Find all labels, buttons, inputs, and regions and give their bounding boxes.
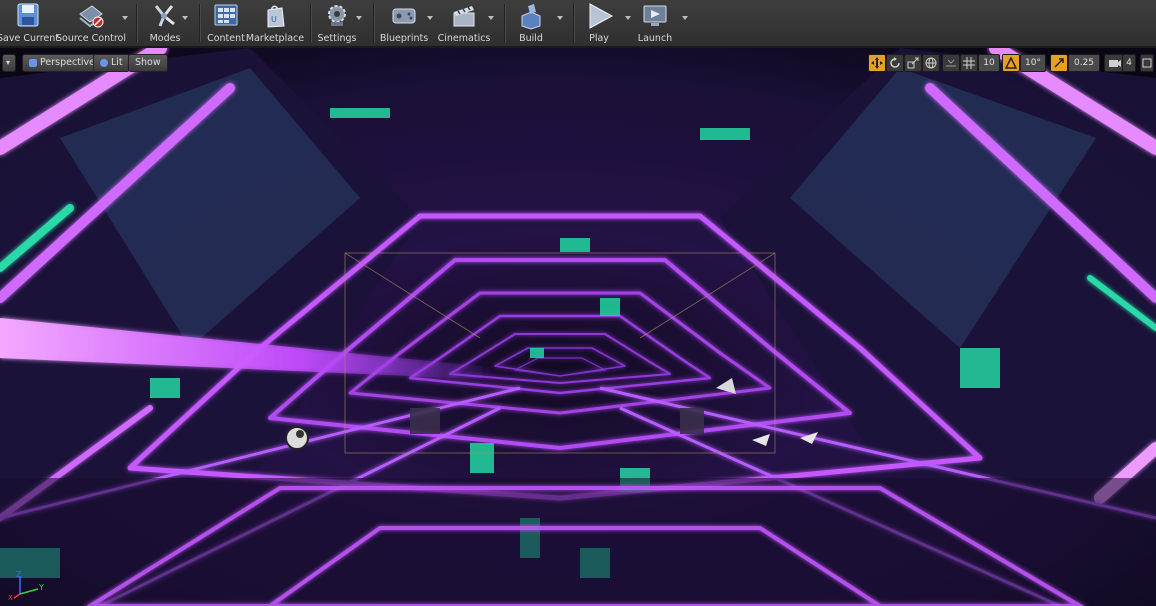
toolbar-separator <box>504 4 505 42</box>
level-viewport[interactable]: ▾ Perspective Lit Show 10 10° 0.25 4 Z Y… <box>0 48 1156 606</box>
cinematics-label: Cinematics <box>437 33 491 44</box>
settings-label: Settings <box>317 33 357 44</box>
globe-icon <box>925 57 937 69</box>
save-current-button[interactable]: Save Current <box>0 0 59 46</box>
axis-z-label: Z <box>16 570 22 579</box>
svg-text:U: U <box>271 15 277 24</box>
lit-label: Lit <box>111 57 123 68</box>
move-arrows-icon <box>871 57 883 69</box>
marketplace-bag-icon: U <box>267 5 285 28</box>
build-button[interactable]: Build <box>512 0 550 46</box>
play-dropdown-arrow[interactable] <box>625 16 631 20</box>
toolbar-separator <box>373 4 374 42</box>
settings-button[interactable]: Settings <box>316 0 358 46</box>
translate-mode-button[interactable] <box>868 54 886 72</box>
toolbar-separator <box>573 4 574 42</box>
play-triangle-icon <box>589 3 614 29</box>
settings-gear-icon <box>328 5 346 26</box>
grid-snap-value[interactable]: 10 <box>978 54 1000 72</box>
chevron-down-icon: ▾ <box>6 58 11 67</box>
world-local-toggle[interactable] <box>922 54 940 72</box>
perspective-label: Perspective <box>40 57 96 68</box>
rotate-mode-button[interactable] <box>886 54 904 72</box>
scale-mode-button[interactable] <box>904 54 922 72</box>
chrome-sphere <box>285 426 309 450</box>
content-browser-icon <box>214 4 238 26</box>
source-control-icon <box>79 5 104 28</box>
play-label: Play <box>589 33 609 44</box>
grid-snap-toggle[interactable] <box>960 54 978 72</box>
build-dropdown-arrow[interactable] <box>557 16 563 20</box>
show-label: Show <box>135 57 161 68</box>
launch-label: Launch <box>637 33 673 44</box>
launch-dropdown-arrow[interactable] <box>682 16 688 20</box>
scale-icon <box>907 57 919 69</box>
modes-tools-icon <box>154 5 175 27</box>
rotation-snap-value[interactable]: 10° <box>1020 54 1046 72</box>
build-label: Build <box>519 33 543 44</box>
toolbar-separator <box>310 4 311 42</box>
grid-icon <box>963 57 975 69</box>
surface-snap-icon <box>946 59 956 67</box>
source-control-button[interactable]: Source Control <box>56 0 126 46</box>
modes-label: Modes <box>149 33 181 44</box>
blueprints-button[interactable]: Blueprints <box>380 0 428 46</box>
source-control-label: Source Control <box>56 33 126 44</box>
floppy-disk-icon <box>17 3 39 27</box>
rotation-snap-toggle[interactable] <box>1002 54 1020 72</box>
axis-x-label: X <box>8 594 13 600</box>
toolbar-separator <box>199 4 200 42</box>
marketplace-label: Marketplace <box>245 33 305 44</box>
perspective-button[interactable]: Perspective <box>22 54 103 72</box>
clapperboard-icon <box>453 6 475 27</box>
maximize-viewport-button[interactable] <box>1140 54 1154 72</box>
save-current-label: Save Current <box>0 33 60 44</box>
toolbar-separator <box>136 4 137 42</box>
blueprints-dropdown-arrow[interactable] <box>427 16 433 20</box>
camera-icon <box>1109 60 1121 67</box>
content-label: Content <box>207 33 245 44</box>
camera-speed-value[interactable]: 4 <box>1122 54 1136 72</box>
surface-snapping-button[interactable] <box>942 54 960 72</box>
viewport-options-button[interactable]: ▾ <box>2 54 16 72</box>
axis-gizmo: Z Y X <box>8 570 44 600</box>
show-flags-button[interactable]: Show <box>128 54 168 72</box>
lit-sphere-icon <box>100 59 108 67</box>
view-mode-lit-button[interactable]: Lit <box>93 54 130 72</box>
source-control-dropdown-arrow[interactable] <box>122 16 128 20</box>
maximize-icon <box>1142 58 1152 68</box>
play-button[interactable]: Play <box>582 0 616 46</box>
launch-button[interactable]: Launch <box>636 0 674 46</box>
blueprints-label: Blueprints <box>379 33 429 44</box>
scale-snap-value[interactable]: 0.25 <box>1068 54 1100 72</box>
blueprints-icon <box>392 8 416 24</box>
modes-dropdown-arrow[interactable] <box>182 16 188 20</box>
rotate-icon <box>890 57 900 68</box>
angle-icon <box>1005 57 1017 69</box>
settings-dropdown-arrow[interactable] <box>356 16 362 20</box>
axis-y-label: Y <box>38 583 44 592</box>
cinematics-dropdown-arrow[interactable] <box>488 16 494 20</box>
cinematics-button[interactable]: Cinematics <box>437 0 491 46</box>
neon-tunnel-scene <box>0 48 1156 606</box>
scale-snap-toggle[interactable] <box>1050 54 1068 72</box>
launch-icon <box>643 5 667 26</box>
modes-button[interactable]: Modes <box>146 0 184 46</box>
scale-snap-icon <box>1054 58 1064 68</box>
main-toolbar: Save Current Source Control Modes Conten… <box>0 0 1156 48</box>
marketplace-button[interactable]: U Marketplace <box>245 0 305 46</box>
build-blocks-icon <box>521 4 541 30</box>
perspective-camera-icon <box>29 59 37 67</box>
content-button[interactable]: Content <box>206 0 246 46</box>
